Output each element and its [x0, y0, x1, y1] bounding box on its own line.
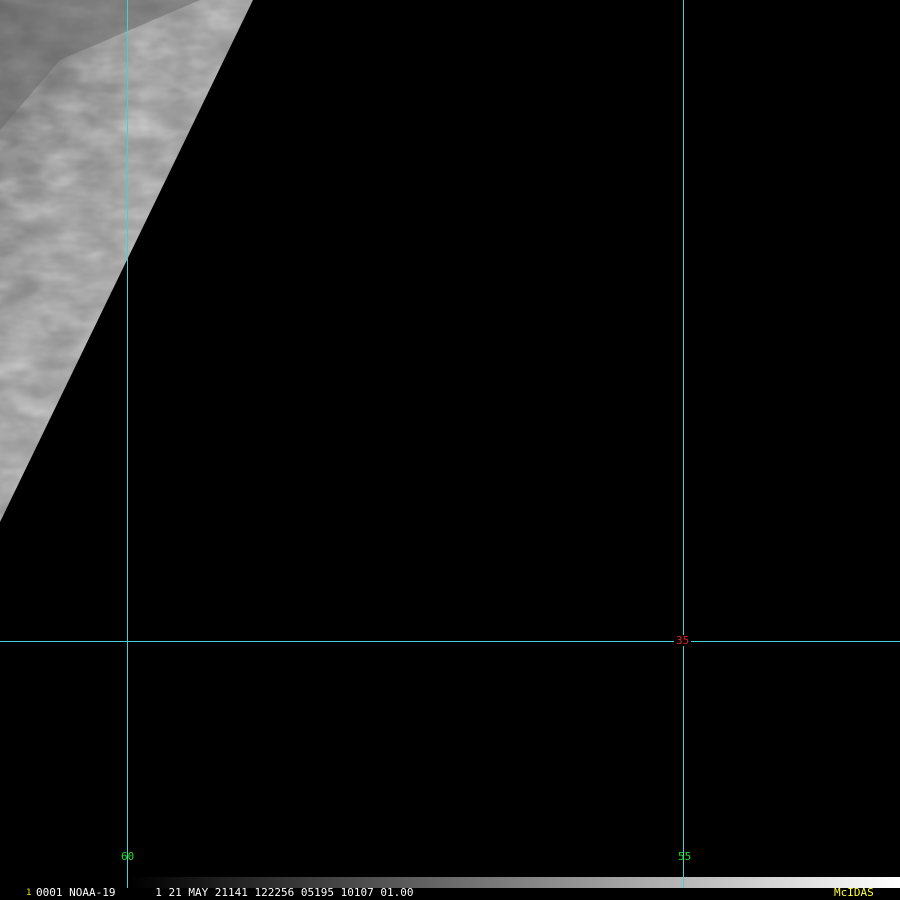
- satellite-image-panel: [0, 0, 900, 900]
- frame-number: 1: [26, 888, 32, 898]
- latitude-label-35: 35: [674, 634, 692, 647]
- longitude-label-60: 60: [121, 850, 135, 863]
- mcidas-brand-label: McIDAS: [834, 886, 874, 899]
- image-info-text: 0001 NOAA-19 1 21 MAY 21141 122256 05195…: [36, 886, 414, 899]
- longitude-label-55: 55: [678, 850, 692, 863]
